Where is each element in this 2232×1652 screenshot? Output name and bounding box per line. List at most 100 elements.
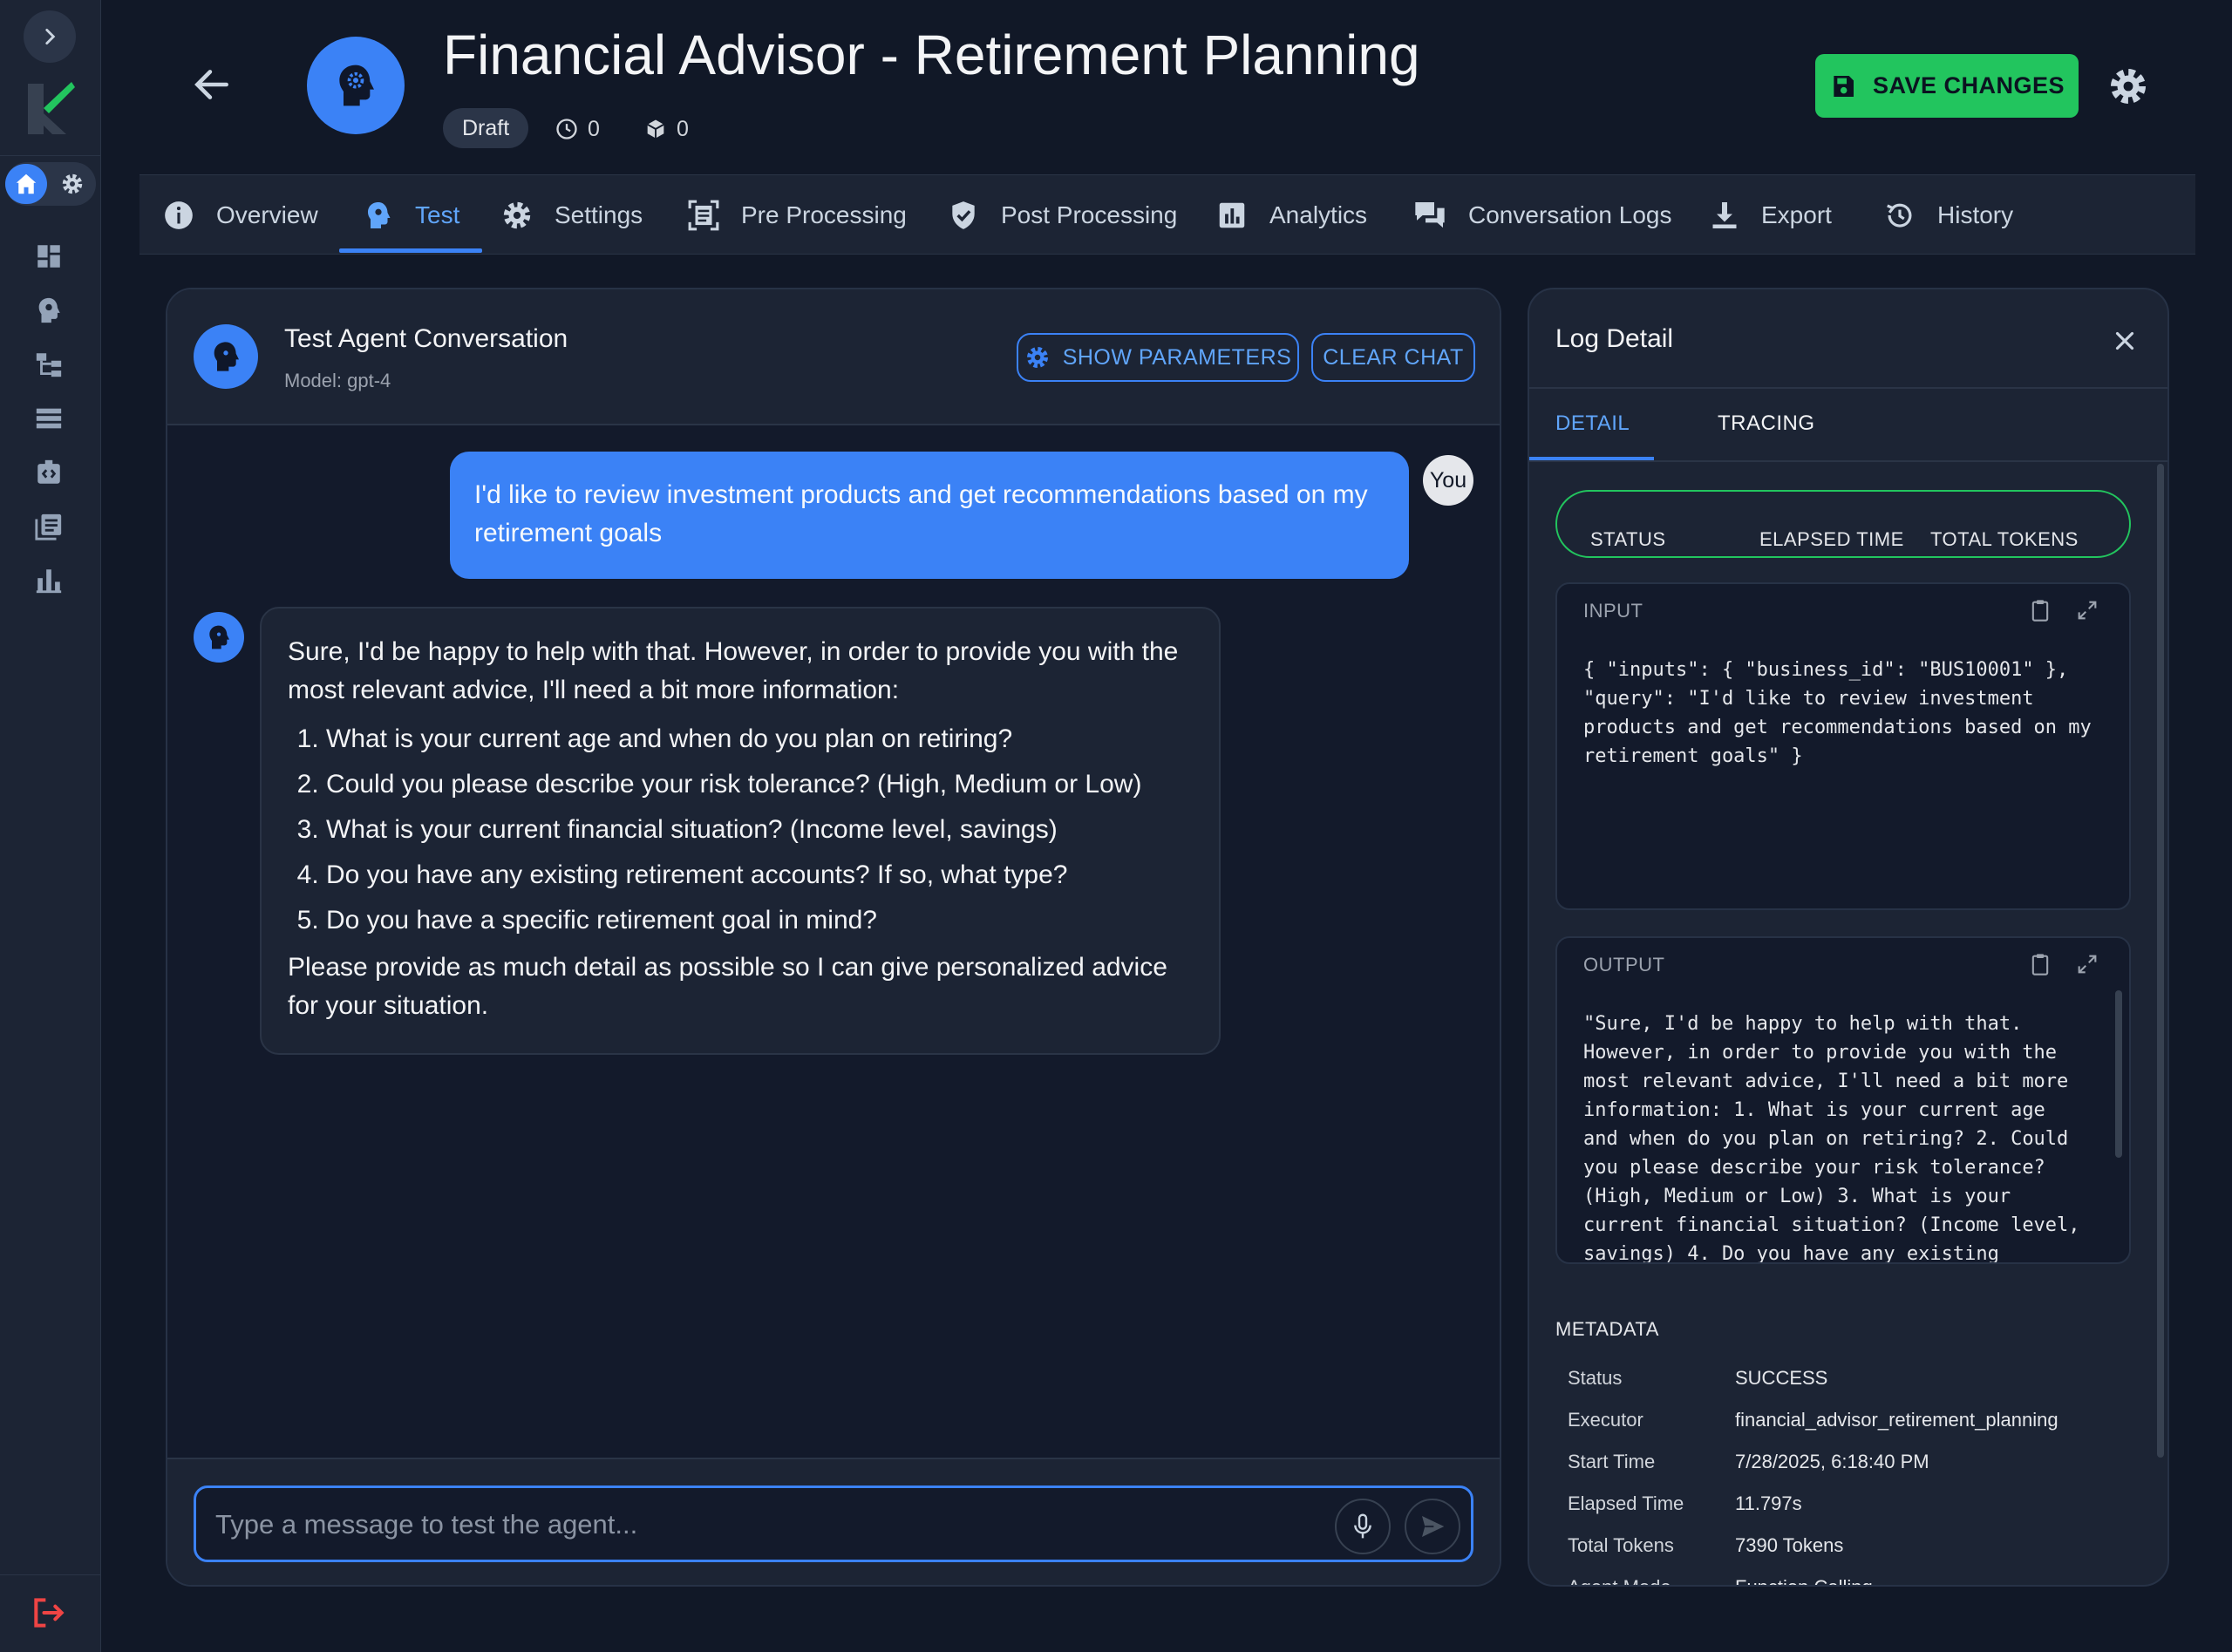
- rail-settings-button[interactable]: [52, 164, 92, 204]
- chevron-right-icon: [45, 29, 56, 44]
- chat-bubbles-icon: [1415, 202, 1445, 228]
- bar-chart-icon: [1219, 202, 1245, 228]
- rail-tools[interactable]: [31, 455, 66, 490]
- shield-check-icon: [952, 201, 975, 229]
- back-arrow-icon[interactable]: [190, 63, 234, 106]
- history-icon: [1887, 203, 1912, 228]
- home-icon: [16, 173, 37, 194]
- metadata-key: Start Time: [1568, 1451, 1656, 1472]
- rail-analytics[interactable]: [31, 563, 66, 598]
- save-changes-button[interactable]: SAVE CHANGES: [1815, 54, 2079, 118]
- metadata-value: Function Calling: [1735, 1576, 1873, 1585]
- tab-label: Analytics: [1269, 201, 1368, 228]
- metadata-key: Total Tokens: [1568, 1534, 1674, 1556]
- expand-sidebar-button[interactable]: [24, 10, 76, 63]
- output-scrollbar[interactable]: [2115, 990, 2122, 1158]
- rail-lists[interactable]: [31, 401, 66, 436]
- tab-analytics[interactable]: Analytics: [1215, 175, 1367, 255]
- divider: [1529, 387, 2167, 389]
- expand-icon[interactable]: [2075, 952, 2099, 976]
- clear-chat-button[interactable]: CLEAR CHAT: [1311, 333, 1475, 382]
- tab-label: Test: [415, 201, 460, 228]
- metadata-key: Executor: [1568, 1409, 1643, 1431]
- tab-test[interactable]: Test: [363, 175, 459, 255]
- microphone-icon: [1354, 1513, 1371, 1539]
- summary-strip: STATUS ELAPSED TIME TOTAL TOKENS: [1555, 490, 2131, 558]
- tab-label: History: [1937, 201, 2014, 228]
- tab-pre-processing[interactable]: Pre Processing: [687, 175, 907, 255]
- home-button[interactable]: [5, 164, 47, 204]
- tab-label: Export: [1761, 201, 1832, 228]
- tab-history[interactable]: History: [1883, 175, 2013, 255]
- log-detail-title: Log Detail: [1555, 324, 1674, 353]
- agent-message: Sure, I'd be happy to help with that. Ho…: [260, 607, 1221, 1055]
- agent-head-icon: [209, 625, 229, 649]
- copy-icon[interactable]: [2028, 598, 2052, 622]
- gear-icon: [1026, 347, 1048, 368]
- tab-post-processing[interactable]: Post Processing: [947, 175, 1177, 255]
- chat-title: Test Agent Conversation: [284, 324, 568, 353]
- agent-message-intro: Sure, I'd be happy to help with that. Ho…: [288, 637, 1179, 704]
- show-parameters-button[interactable]: SHOW PARAMETERS: [1017, 333, 1299, 382]
- scan-doc-icon: [688, 200, 719, 231]
- metadata-key: Status: [1568, 1367, 1623, 1389]
- metadata-title: METADATA: [1555, 1318, 1659, 1340]
- output-card: OUTPUT "Sure, I'd be happy to help with …: [1555, 936, 2131, 1264]
- metadata-key: Elapsed Time: [1568, 1492, 1684, 1514]
- tab-overview[interactable]: Overview: [162, 175, 318, 255]
- logout-icon[interactable]: [30, 1594, 68, 1632]
- tab-label: Conversation Logs: [1468, 201, 1672, 228]
- save-changes-label: SAVE CHANGES: [1872, 72, 2065, 99]
- list-icon: [36, 408, 62, 429]
- summary-elapsed-header: ELAPSED TIME: [1759, 528, 1904, 550]
- agent-avatar: [194, 324, 258, 389]
- list-item: What is your current financial situation…: [326, 807, 1193, 853]
- list-item: What is your current age and when do you…: [326, 717, 1193, 762]
- rail-divider: [0, 1574, 101, 1575]
- chat-header: Test Agent Conversation Model: gpt-4 SHO…: [167, 289, 1500, 425]
- expand-icon[interactable]: [2075, 598, 2099, 622]
- dashboard-icon: [37, 245, 60, 268]
- info-icon: [165, 201, 193, 229]
- metadata-value: 7390 Tokens: [1735, 1534, 1844, 1556]
- runs-count: 0: [588, 116, 600, 141]
- metadata-value: 11.797s: [1735, 1492, 1802, 1514]
- agent-head-icon: [38, 297, 60, 323]
- chat-model-label: Model: gpt-4: [284, 370, 391, 391]
- page-title: Financial Advisor - Retirement Planning: [443, 24, 1420, 86]
- rail-agents[interactable]: [31, 293, 66, 328]
- agent-question-list: What is your current age and when do you…: [288, 717, 1193, 943]
- tab-detail[interactable]: DETAIL: [1555, 411, 1630, 436]
- deploy-count: 0: [677, 116, 689, 141]
- input-card: INPUT { "inputs": { "business_id": "BUS1…: [1555, 582, 2131, 910]
- user-message: I'd like to review investment products a…: [450, 452, 1409, 579]
- chat-composer: [167, 1458, 1500, 1585]
- agent-avatar: [194, 612, 244, 663]
- divider: [1529, 460, 2167, 462]
- rail-dashboard[interactable]: [31, 239, 66, 274]
- left-rail: [0, 0, 101, 1652]
- clock-icon: [556, 119, 577, 139]
- rail-workflows[interactable]: [31, 347, 66, 382]
- copy-icon[interactable]: [2028, 952, 2052, 976]
- tab-conversation-logs[interactable]: Conversation Logs: [1412, 175, 1671, 255]
- tab-export[interactable]: Export: [1709, 175, 1832, 255]
- tab-tracing[interactable]: TRACING: [1718, 411, 1815, 436]
- message-input[interactable]: [215, 1504, 1305, 1546]
- panel-scrollbar[interactable]: [2157, 464, 2164, 1458]
- close-icon[interactable]: [2110, 326, 2140, 356]
- rail-divider: [0, 155, 101, 156]
- brand-logo: [28, 82, 75, 134]
- tab-settings[interactable]: Settings: [500, 175, 643, 255]
- send-icon: [1422, 1516, 1445, 1537]
- settings-gear-icon[interactable]: [2106, 65, 2150, 108]
- gear-icon: [503, 201, 531, 229]
- metadata-key: Agent Mode: [1568, 1576, 1671, 1585]
- input-label: INPUT: [1583, 600, 1643, 622]
- rail-library[interactable]: [31, 509, 66, 544]
- agent-avatar: [307, 37, 405, 134]
- hierarchy-icon: [36, 353, 62, 377]
- tab-label: Settings: [555, 201, 643, 228]
- send-button[interactable]: [1405, 1499, 1460, 1554]
- microphone-button[interactable]: [1335, 1499, 1391, 1554]
